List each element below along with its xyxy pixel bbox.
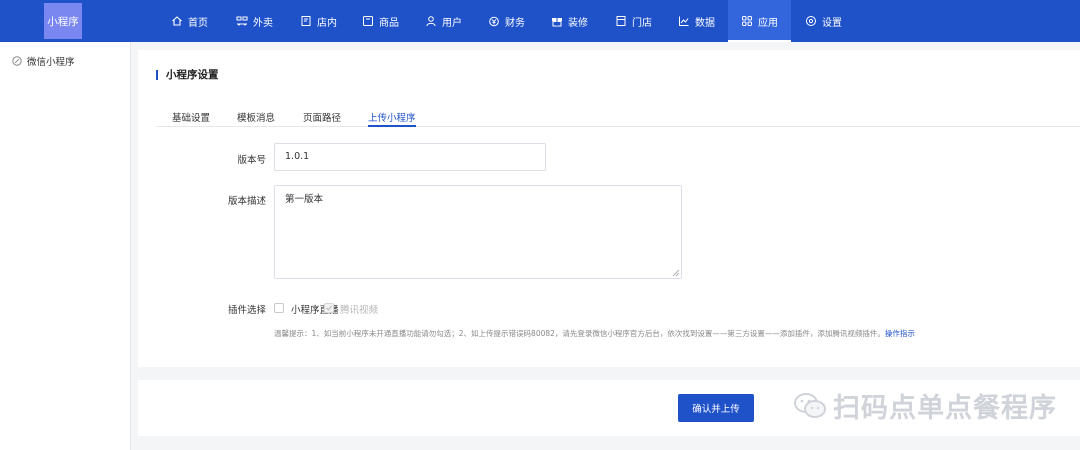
gear-icon <box>805 15 817 27</box>
store-icon <box>300 15 312 27</box>
nav-item-finance[interactable]: 财务 <box>488 0 525 42</box>
nav-label: 用户 <box>442 17 462 29</box>
settings-panel: 小程序设置 基础设置 模板消息 页面路径 上传小程序 版本号 1.0.1 版本描… <box>138 50 1080 367</box>
nav-item-users[interactable]: 用户 <box>425 0 462 42</box>
user-icon <box>425 15 437 27</box>
nav-item-apps[interactable]: 应用 <box>728 0 791 42</box>
nav-label: 数据 <box>695 17 715 29</box>
nav-item-products[interactable]: 商品 <box>362 0 399 42</box>
nav-label: 装修 <box>568 17 588 29</box>
nav-item-data[interactable]: 数据 <box>678 0 715 42</box>
nav-item-settings[interactable]: 设置 <box>805 0 842 42</box>
plugin-live-checkbox[interactable] <box>274 303 284 313</box>
sidebar: 微信小程序 <box>0 42 131 450</box>
nav-item-delivery[interactable]: 外卖 <box>236 0 273 42</box>
decor-icon <box>551 15 563 27</box>
page-title: 小程序设置 <box>156 70 219 80</box>
wechat-icon <box>794 392 826 418</box>
nav-label: 应用 <box>758 17 778 29</box>
nav-label: 首页 <box>188 17 208 29</box>
tab-bar: 基础设置 模板消息 页面路径 上传小程序 <box>156 110 1080 127</box>
upload-hint: 温馨提示：1、如当前小程序未开通直播功能请勿勾选；2、如上传提示错误码80082… <box>274 328 915 339</box>
description-text: 第一版本 <box>285 194 324 205</box>
description-label: 版本描述 <box>227 196 266 207</box>
nav-item-home[interactable]: 首页 <box>171 0 208 42</box>
checkmark-icon <box>326 305 332 311</box>
nav-label: 门店 <box>632 17 652 29</box>
nav-label: 财务 <box>505 17 525 29</box>
watermark: 扫码点单点餐程序 <box>793 386 1057 425</box>
delivery-icon <box>236 15 248 27</box>
version-label: 版本号 <box>237 155 266 166</box>
sidebar-item-wechat-miniprogram[interactable]: 微信小程序 <box>12 54 75 68</box>
tab-upload-miniprogram[interactable]: 上传小程序 <box>368 110 416 127</box>
nav-label: 商品 <box>379 17 399 29</box>
compass-icon <box>12 56 22 66</box>
plugin-tencent-video-label: 腾讯视频 <box>340 305 379 316</box>
nav-item-shops[interactable]: 门店 <box>615 0 652 42</box>
version-input[interactable]: 1.0.1 <box>274 143 546 171</box>
apps-icon <box>741 15 753 27</box>
operation-guide-link[interactable]: 操作指示 <box>885 329 915 338</box>
app-logo[interactable]: 小程序 <box>44 3 82 39</box>
description-textarea[interactable]: 第一版本 <box>274 185 682 279</box>
hint-text: 温馨提示：1、如当前小程序未开通直播功能请勿勾选；2、如上传提示错误码80082… <box>274 329 885 338</box>
shop-icon <box>615 15 627 27</box>
plugin-tencent-video-checkbox <box>324 303 334 313</box>
confirm-upload-button[interactable]: 确认并上传 <box>678 394 754 422</box>
nav-label: 店内 <box>317 17 337 29</box>
nav-label: 设置 <box>822 17 842 29</box>
nav-item-instore[interactable]: 店内 <box>300 0 337 42</box>
tab-template-messages[interactable]: 模板消息 <box>237 110 275 127</box>
tab-basic-settings[interactable]: 基础设置 <box>172 110 210 127</box>
nav-item-decor[interactable]: 装修 <box>551 0 588 42</box>
resize-grip-icon[interactable] <box>672 269 680 277</box>
finance-icon <box>488 15 500 27</box>
sidebar-item-label: 微信小程序 <box>27 57 75 68</box>
home-icon <box>171 15 183 27</box>
watermark-text: 扫码点单点餐程序 <box>833 393 1057 424</box>
nav-label: 外卖 <box>253 17 273 29</box>
plugins-label: 插件选择 <box>227 305 266 316</box>
product-icon <box>362 15 374 27</box>
chart-icon <box>678 15 690 27</box>
top-navbar: 小程序 首页 外卖 店内 商品 用户 财务 装修 门店 数据 应用 设置 <box>0 0 1080 42</box>
tab-page-paths[interactable]: 页面路径 <box>303 110 341 127</box>
